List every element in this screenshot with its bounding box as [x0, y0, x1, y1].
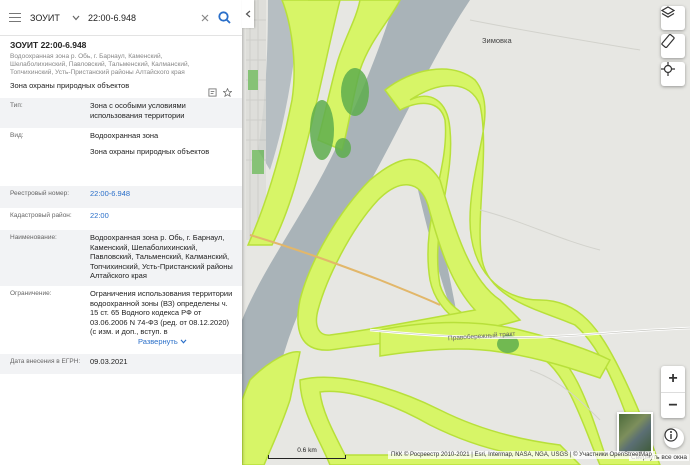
- chevron-down-icon: [180, 339, 187, 344]
- scale-label: 0.6 km: [297, 447, 317, 454]
- object-title: ЗОУИТ 22:00-6.948: [10, 40, 87, 50]
- info-button[interactable]: [664, 428, 684, 448]
- locate-button[interactable]: [661, 62, 685, 86]
- attr-row-date: Дата внесения в ЕГРН: 09.03.2021: [0, 354, 242, 374]
- chevron-down-icon: [72, 15, 80, 20]
- object-type-select[interactable]: ЗОУИТ: [30, 0, 84, 36]
- zoom-in-button[interactable]: +: [661, 366, 685, 392]
- urban-area: [246, 0, 266, 240]
- registry-number-link[interactable]: 22:00-6.948: [90, 186, 234, 208]
- attr-label: Тип:: [10, 102, 23, 109]
- attr-row-registry: Реестровый номер: 22:00-6.948: [0, 186, 242, 208]
- clear-search-button[interactable]: [198, 0, 212, 36]
- info-icon: [664, 428, 678, 442]
- attr-row-type: Тип: Зона с особыми условиями использова…: [0, 98, 242, 128]
- expand-label: Развернуть: [138, 336, 178, 346]
- crosshair-icon: [661, 62, 675, 76]
- menu-button[interactable]: [0, 0, 30, 36]
- attr-value: Водоохранная зона р. Обь, г. Барнаул, Ка…: [90, 233, 233, 280]
- object-type-value: ЗОУИТ: [30, 12, 60, 23]
- zoom-control: + −: [661, 366, 685, 418]
- scale-bar: 0.6 km: [268, 447, 346, 460]
- layers-icon: [661, 6, 675, 18]
- scale-ruler: [268, 455, 346, 459]
- cadastral-district-link[interactable]: 22:00: [90, 208, 234, 230]
- menu-icon: [9, 16, 21, 19]
- attr-value: Ограничения использования территории вод…: [90, 289, 233, 336]
- attr-label: Дата внесения в ЕГРН:: [10, 358, 81, 365]
- object-category: Зона охраны природных объектов: [10, 81, 130, 90]
- print-icon[interactable]: [208, 88, 217, 97]
- attr-value-wrap: Ограничения использования территории вод…: [90, 286, 234, 354]
- search-input[interactable]: [84, 6, 198, 29]
- object-header: ЗОУИТ 22:00-6.948 Водоохранная зона р. О…: [10, 40, 236, 90]
- search-bar: ЗОУИТ: [0, 0, 242, 36]
- attr-row-limit: Ограничение: Ограничения использования т…: [0, 286, 242, 354]
- attr-value: Зона с особыми условиями использования т…: [90, 101, 186, 120]
- attr-value: Водоохранная зона Зона охраны природных …: [90, 128, 234, 186]
- attribute-table: Тип: Зона с особыми условиями использова…: [0, 98, 242, 374]
- zoom-out-button[interactable]: −: [661, 392, 685, 418]
- star-icon[interactable]: [223, 88, 232, 97]
- info-panel: ЗОУИТ ЗОУИТ 22:00-6.948 Водоохранная зон…: [0, 0, 242, 465]
- attr-label: Реестровый номер:: [10, 190, 70, 197]
- ruler-button[interactable]: [661, 34, 685, 58]
- attr-value-line: Зона охраны природных объектов: [90, 146, 210, 156]
- attr-label: Кадастровый район:: [10, 212, 72, 219]
- attr-row-name: Наименование: Водоохранная зона р. Обь, …: [0, 230, 242, 286]
- attr-label: Ограничение:: [10, 290, 52, 297]
- map-attribution: ПКК © Росреестр 2010-2021 | Esri, Interm…: [388, 451, 655, 459]
- layers-button[interactable]: [661, 6, 685, 30]
- search-icon: [217, 11, 231, 24]
- expand-button[interactable]: Развернуть: [138, 337, 187, 347]
- attr-label: Наименование:: [10, 234, 57, 241]
- basemap-switcher[interactable]: [617, 412, 653, 454]
- header-actions: [208, 88, 232, 97]
- search-button[interactable]: [212, 0, 236, 36]
- attr-value-line: Водоохранная зона: [90, 131, 159, 140]
- attr-row-kind: Вид: Водоохранная зона Зона охраны приро…: [0, 128, 242, 186]
- chevron-left-icon: [245, 10, 251, 18]
- attr-row-cadastral: Кадастровый район: 22:00: [0, 208, 242, 230]
- object-subtitle: Водоохранная зона р. Обь, г. Барнаул, Ка…: [10, 53, 190, 76]
- attr-label: Вид:: [10, 132, 24, 139]
- collapse-panel-button[interactable]: [242, 0, 254, 28]
- village-label: Зимовка: [482, 36, 512, 45]
- ruler-icon: [661, 34, 675, 48]
- attr-value: 09.03.2021: [90, 357, 128, 366]
- close-icon: [201, 14, 209, 21]
